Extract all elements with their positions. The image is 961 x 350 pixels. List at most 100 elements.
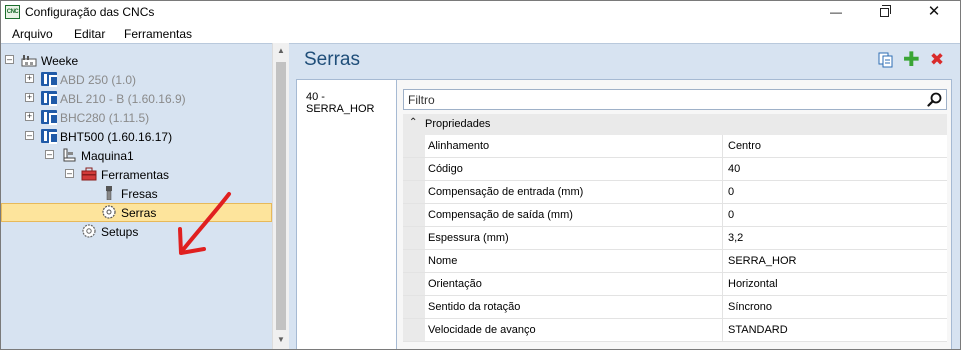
search-icon[interactable]: [927, 92, 942, 107]
machine-icon: [63, 148, 76, 162]
maximize-button[interactable]: [861, 1, 907, 23]
factory-icon: [21, 55, 37, 67]
collapse-icon[interactable]: –: [5, 55, 14, 64]
scroll-thumb[interactable]: [276, 62, 286, 330]
row-gutter: [403, 158, 425, 180]
collapse-icon[interactable]: –: [45, 150, 54, 159]
category-label: Propriedades: [425, 118, 491, 130]
property-name: Compensação de saída (mm): [425, 204, 723, 226]
property-name: Alinhamento: [425, 135, 723, 157]
menu-ferramentas[interactable]: Ferramentas: [124, 27, 192, 41]
row-gutter: [403, 273, 425, 295]
drill-bit-icon: [106, 186, 112, 200]
minimize-button[interactable]: —: [813, 1, 859, 23]
tool-detail-pane: Serras ✚ ✖ 40 - SERRA_HOR Filtro ⌃ Propr…: [289, 43, 960, 349]
tree-item-machine[interactable]: + BHC280 (1.11.5): [1, 108, 272, 127]
restore-icon: [879, 5, 891, 17]
property-value[interactable]: 0: [724, 204, 947, 226]
tree-label: ABD 250 (1.0): [60, 73, 137, 87]
property-name: Nome: [425, 250, 723, 272]
tool-tab[interactable]: 40 - SERRA_HOR: [296, 79, 396, 349]
tree-label: Fresas: [121, 187, 158, 201]
row-gutter: [403, 227, 425, 249]
page-title: Serras: [304, 49, 360, 70]
machine-tree: – Weeke + ABD 250 (1.0) + ABL 210 - B (1…: [1, 43, 272, 349]
app-window: CNC Configuração das CNCs — ✕ Arquivo Ed…: [0, 0, 961, 350]
tree-label: BHC280 (1.11.5): [60, 111, 150, 125]
filter-input[interactable]: Filtro: [403, 89, 947, 110]
tree-item-ferramentas[interactable]: – Ferramentas: [1, 165, 272, 184]
cnc-machine-icon: [41, 110, 57, 125]
menu-editar[interactable]: Editar: [74, 27, 105, 41]
property-row[interactable]: Espessura (mm) 3,2: [403, 227, 947, 250]
scroll-down-icon[interactable]: ▼: [273, 332, 289, 348]
property-value[interactable]: STANDARD: [724, 319, 947, 341]
saw-blade-icon: [102, 205, 116, 219]
category-propriedades[interactable]: ⌃ Propriedades: [403, 114, 947, 135]
property-row[interactable]: Compensação de entrada (mm) 0: [403, 181, 947, 204]
tree-item-maquina1[interactable]: – Maquina1: [1, 146, 272, 165]
row-gutter: [403, 135, 425, 157]
tree-label: Maquina1: [81, 149, 134, 163]
property-row[interactable]: Orientação Horizontal: [403, 273, 947, 296]
property-name: Sentido da rotação: [425, 296, 723, 318]
tool-tab-label: 40 - SERRA_HOR: [306, 91, 375, 115]
collapse-icon[interactable]: –: [65, 169, 74, 178]
cnc-machine-icon: [41, 91, 57, 106]
menu-bar: Arquivo Editar Ferramentas: [1, 24, 960, 43]
property-value[interactable]: 0: [724, 181, 947, 203]
cnc-app-icon: CNC: [5, 5, 20, 19]
property-grid: Alinhamento Centro Código 40 Compensação…: [403, 135, 947, 342]
copy-icon[interactable]: [878, 52, 894, 68]
title-bar: CNC Configuração das CNCs — ✕: [1, 1, 960, 23]
chevron-up-icon[interactable]: ⌃: [409, 117, 417, 128]
property-row[interactable]: Compensação de saída (mm) 0: [403, 204, 947, 227]
row-gutter: [403, 319, 425, 341]
property-value[interactable]: 40: [724, 158, 947, 180]
row-gutter: [403, 250, 425, 272]
property-row[interactable]: Alinhamento Centro: [403, 135, 947, 158]
property-row[interactable]: Nome SERRA_HOR: [403, 250, 947, 273]
tree-item-machine-bht500[interactable]: – BHT500 (1.60.16.17): [1, 127, 272, 146]
tree-item-machine[interactable]: + ABD 250 (1.0): [1, 70, 272, 89]
tree-label: Ferramentas: [101, 168, 170, 182]
property-value[interactable]: 3,2: [724, 227, 947, 249]
delete-icon[interactable]: ✖: [929, 51, 945, 68]
expand-icon[interactable]: +: [25, 93, 34, 102]
tree-label: Weeke: [41, 54, 79, 68]
property-grid-panel: Filtro ⌃ Propriedades Alinhamento Centro: [396, 79, 952, 349]
tree-label: ABL 210 - B (1.60.16.9): [60, 92, 186, 106]
property-name: Compensação de entrada (mm): [425, 181, 723, 203]
property-value[interactable]: SERRA_HOR: [724, 250, 947, 272]
property-value[interactable]: Horizontal: [724, 273, 947, 295]
property-row[interactable]: Velocidade de avanço STANDARD: [403, 319, 947, 342]
tree-label: Serras: [121, 206, 157, 220]
property-name: Espessura (mm): [425, 227, 723, 249]
expand-icon[interactable]: +: [25, 112, 34, 121]
row-gutter: [403, 204, 425, 226]
tree-item-machine[interactable]: + ABL 210 - B (1.60.16.9): [1, 89, 272, 108]
property-name: Velocidade de avanço: [425, 319, 723, 341]
property-row[interactable]: Código 40: [403, 158, 947, 181]
menu-arquivo[interactable]: Arquivo: [12, 27, 53, 41]
property-value[interactable]: Centro: [724, 135, 947, 157]
annotation-arrow: [178, 192, 231, 255]
row-gutter: [403, 296, 425, 318]
tree-item-weeke[interactable]: – Weeke: [1, 51, 272, 70]
window-title: Configuração das CNCs: [25, 5, 155, 19]
expand-icon[interactable]: +: [25, 74, 34, 83]
property-name: Código: [425, 158, 723, 180]
add-icon[interactable]: ✚: [903, 50, 920, 70]
collapse-icon[interactable]: –: [25, 131, 34, 140]
property-name: Orientação: [425, 273, 723, 295]
tree-scrollbar[interactable]: ▲ ▼: [272, 43, 289, 349]
property-value[interactable]: Síncrono: [724, 296, 947, 318]
cnc-machine-icon: [41, 129, 57, 144]
property-row[interactable]: Sentido da rotação Síncrono: [403, 296, 947, 319]
row-gutter: [403, 181, 425, 203]
filter-placeholder: Filtro: [408, 93, 435, 107]
tree-label: BHT500 (1.60.16.17): [60, 130, 173, 144]
close-button[interactable]: ✕: [911, 1, 957, 23]
scroll-up-icon[interactable]: ▲: [273, 43, 289, 59]
cnc-machine-icon: [41, 72, 57, 87]
